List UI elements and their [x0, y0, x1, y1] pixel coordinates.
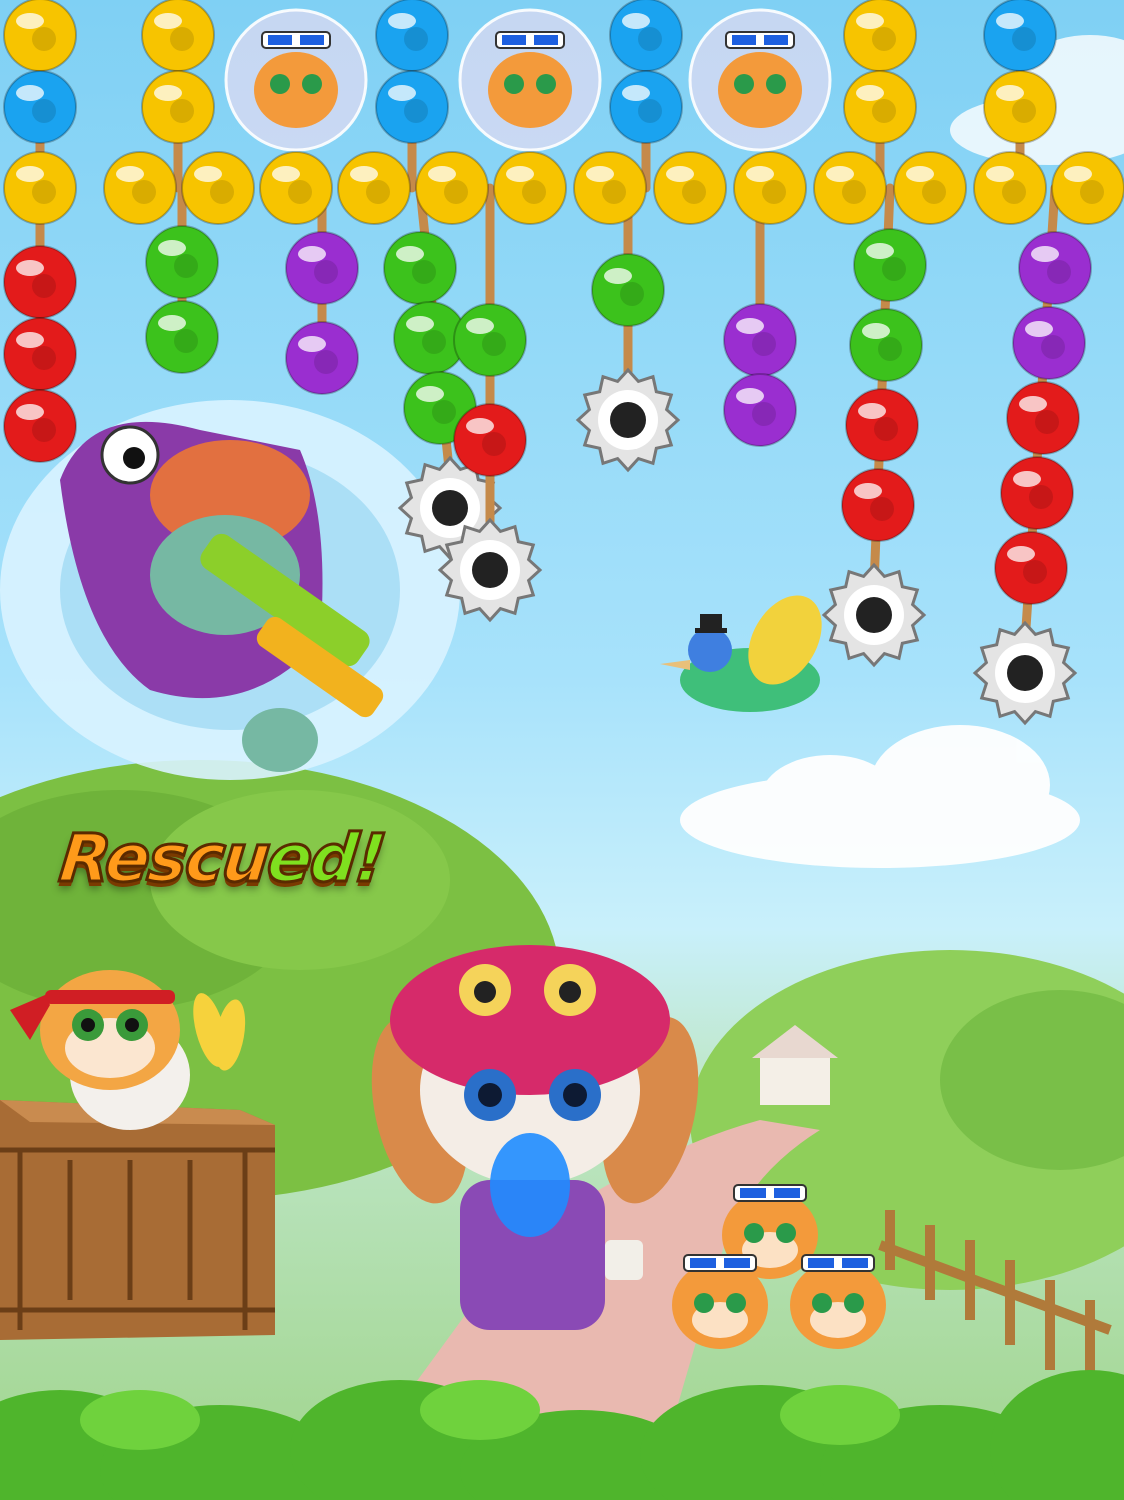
- purple-bubble[interactable]: [285, 321, 359, 395]
- purple-bubble[interactable]: [723, 303, 797, 377]
- blue-bubble[interactable]: [3, 70, 77, 144]
- purple-bubble[interactable]: [285, 231, 359, 305]
- yellow-bubble[interactable]: [1051, 151, 1124, 225]
- red-bubble[interactable]: [1000, 456, 1074, 530]
- purple-bubble[interactable]: [1018, 231, 1092, 305]
- green-bubble[interactable]: [453, 303, 527, 377]
- red-bubble[interactable]: [3, 245, 77, 319]
- yellow-bubble[interactable]: [3, 0, 77, 72]
- tiger-bubble[interactable]: [688, 8, 832, 152]
- yellow-bubble[interactable]: [259, 151, 333, 225]
- yellow-bubble[interactable]: [103, 151, 177, 225]
- green-bubble[interactable]: [145, 225, 219, 299]
- yellow-bubble[interactable]: [843, 70, 917, 144]
- yellow-bubble[interactable]: [415, 151, 489, 225]
- tiger-bubble[interactable]: [224, 8, 368, 152]
- yellow-bubble[interactable]: [3, 151, 77, 225]
- green-bubble[interactable]: [849, 308, 923, 382]
- purple-bubble[interactable]: [1012, 306, 1086, 380]
- red-bubble[interactable]: [845, 388, 919, 462]
- yellow-bubble[interactable]: [573, 151, 647, 225]
- yellow-bubble[interactable]: [813, 151, 887, 225]
- green-bubble[interactable]: [591, 253, 665, 327]
- yellow-bubble[interactable]: [973, 151, 1047, 225]
- green-bubble[interactable]: [853, 228, 927, 302]
- blue-bubble[interactable]: [375, 0, 449, 72]
- green-bubble[interactable]: [145, 300, 219, 374]
- red-bubble[interactable]: [3, 389, 77, 463]
- rescued-banner-part1: Rescu: [54, 819, 273, 899]
- yellow-bubble[interactable]: [141, 0, 215, 72]
- bubble-board[interactable]: [0, 0, 1124, 1500]
- blue-bubble[interactable]: [375, 70, 449, 144]
- yellow-bubble[interactable]: [733, 151, 807, 225]
- red-bubble[interactable]: [1006, 381, 1080, 455]
- yellow-bubble[interactable]: [141, 70, 215, 144]
- yellow-bubble[interactable]: [893, 151, 967, 225]
- red-bubble[interactable]: [3, 317, 77, 391]
- yellow-bubble[interactable]: [653, 151, 727, 225]
- game-scene[interactable]: Rescued!: [0, 0, 1124, 1500]
- green-bubble[interactable]: [383, 231, 457, 305]
- blue-bubble[interactable]: [609, 0, 683, 72]
- sawblade-icon: [972, 620, 1078, 726]
- rescued-banner: Rescued!: [54, 819, 389, 899]
- blue-bubble[interactable]: [609, 70, 683, 144]
- purple-bubble[interactable]: [723, 373, 797, 447]
- red-bubble[interactable]: [453, 403, 527, 477]
- yellow-bubble[interactable]: [337, 151, 411, 225]
- blue-bubble[interactable]: [983, 0, 1057, 72]
- red-bubble[interactable]: [994, 531, 1068, 605]
- tiger-bubble[interactable]: [458, 8, 602, 152]
- sawblade-icon: [821, 562, 927, 668]
- red-bubble[interactable]: [841, 468, 915, 542]
- yellow-bubble[interactable]: [493, 151, 567, 225]
- yellow-bubble[interactable]: [181, 151, 255, 225]
- yellow-bubble[interactable]: [843, 0, 917, 72]
- yellow-bubble[interactable]: [983, 70, 1057, 144]
- rescued-banner-part2: ed!: [262, 819, 389, 899]
- sawblade-icon: [575, 367, 681, 473]
